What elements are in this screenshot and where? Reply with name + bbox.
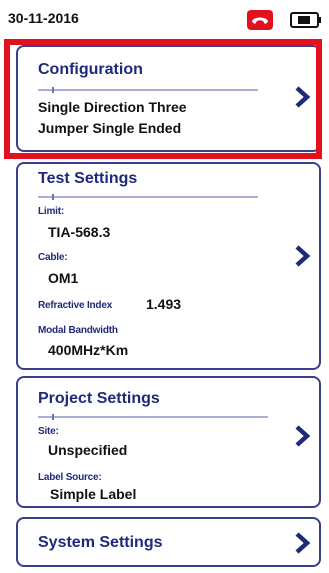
battery-icon xyxy=(290,12,321,28)
configuration-card[interactable]: Configuration Single Direction Three Jum… xyxy=(16,45,321,152)
date-label: 30-11-2016 xyxy=(8,10,79,26)
system-settings-card[interactable]: System Settings xyxy=(16,517,321,567)
configuration-line-1: Single Direction Three xyxy=(38,99,187,115)
configuration-line-2: Jumper Single Ended xyxy=(38,120,182,136)
phone-hangup-icon xyxy=(247,10,273,30)
title-divider xyxy=(38,414,268,420)
project-settings-card[interactable]: Project Settings Site: Unspecified Label… xyxy=(16,376,321,508)
chevron-right-icon[interactable] xyxy=(293,531,311,555)
label-source-label: Label Source: xyxy=(38,472,102,483)
title-divider xyxy=(38,194,258,200)
title-divider xyxy=(38,87,258,93)
site-value: Unspecified xyxy=(48,442,128,458)
modal-bandwidth-value: 400MHz*Km xyxy=(48,342,129,358)
label-source-value: Simple Label xyxy=(50,486,137,502)
chevron-right-icon[interactable] xyxy=(293,424,311,448)
modal-bandwidth-label: Modal Bandwidth xyxy=(38,325,118,336)
status-bar: 30-11-2016 xyxy=(0,0,329,40)
system-settings-title: System Settings xyxy=(38,534,163,551)
limit-label: Limit: xyxy=(38,206,65,217)
test-settings-card[interactable]: Test Settings Limit: TIA-568.3 Cable: OM… xyxy=(16,162,321,370)
refractive-index-label: Refractive Index xyxy=(38,300,113,311)
limit-value: TIA-568.3 xyxy=(48,224,111,240)
cable-label: Cable: xyxy=(38,252,68,263)
configuration-title: Configuration xyxy=(38,61,143,78)
cable-value: OM1 xyxy=(48,270,79,286)
chevron-right-icon[interactable] xyxy=(293,244,311,268)
project-settings-title: Project Settings xyxy=(38,390,160,407)
test-settings-title: Test Settings xyxy=(38,170,138,187)
site-label: Site: xyxy=(38,426,59,437)
chevron-right-icon[interactable] xyxy=(293,85,311,109)
refractive-index-value: 1.493 xyxy=(146,296,182,312)
